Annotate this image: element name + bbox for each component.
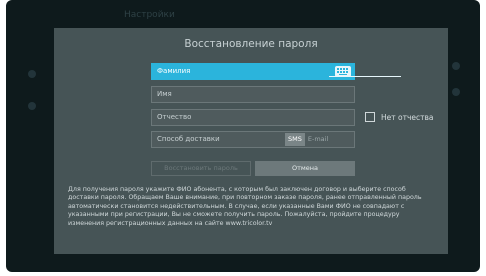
delivery-method-field[interactable]: Способ доставки SMS E-mail: [151, 131, 355, 148]
no-patronymic-label: Нет отчества: [381, 112, 434, 122]
background-title: Настройки: [124, 10, 175, 20]
delivery-method-label: Способ доставки: [157, 135, 220, 143]
name-label: Имя: [157, 90, 172, 98]
surname-label: Фамилия: [157, 67, 191, 75]
tv-screen: Настройки Восстановление пароля Фамилия …: [6, 0, 480, 272]
surname-field[interactable]: Фамилия: [151, 63, 401, 80]
patronymic-field[interactable]: Отчество: [151, 109, 355, 126]
delivery-option-sms[interactable]: SMS: [285, 133, 305, 146]
restore-password-button[interactable]: Восстановить пароль: [151, 161, 251, 176]
keyboard-icon[interactable]: [335, 66, 351, 77]
cancel-button[interactable]: Отмена: [255, 161, 355, 176]
background-dot-icon: [28, 102, 36, 110]
delivery-toggle[interactable]: SMS E-mail: [285, 133, 331, 146]
no-patronymic-checkbox[interactable]: [365, 112, 375, 122]
patronymic-label: Отчество: [157, 113, 192, 121]
delivery-option-email[interactable]: E-mail: [305, 133, 331, 146]
background-dot-icon: [28, 70, 36, 78]
background-dot-icon: [452, 62, 460, 70]
dialog-title: Восстановление пароля: [184, 38, 318, 50]
info-text: Для получения пароля укажите ФИО абонент…: [68, 186, 422, 227]
name-field[interactable]: Имя: [151, 86, 355, 103]
background-dot-icon: [452, 88, 460, 96]
password-recovery-dialog: Восстановление пароля Фамилия Имя Отчест…: [54, 28, 448, 254]
no-patronymic-option[interactable]: Нет отчества: [365, 112, 434, 122]
tv-screen-frame: Настройки Восстановление пароля Фамилия …: [0, 0, 486, 276]
